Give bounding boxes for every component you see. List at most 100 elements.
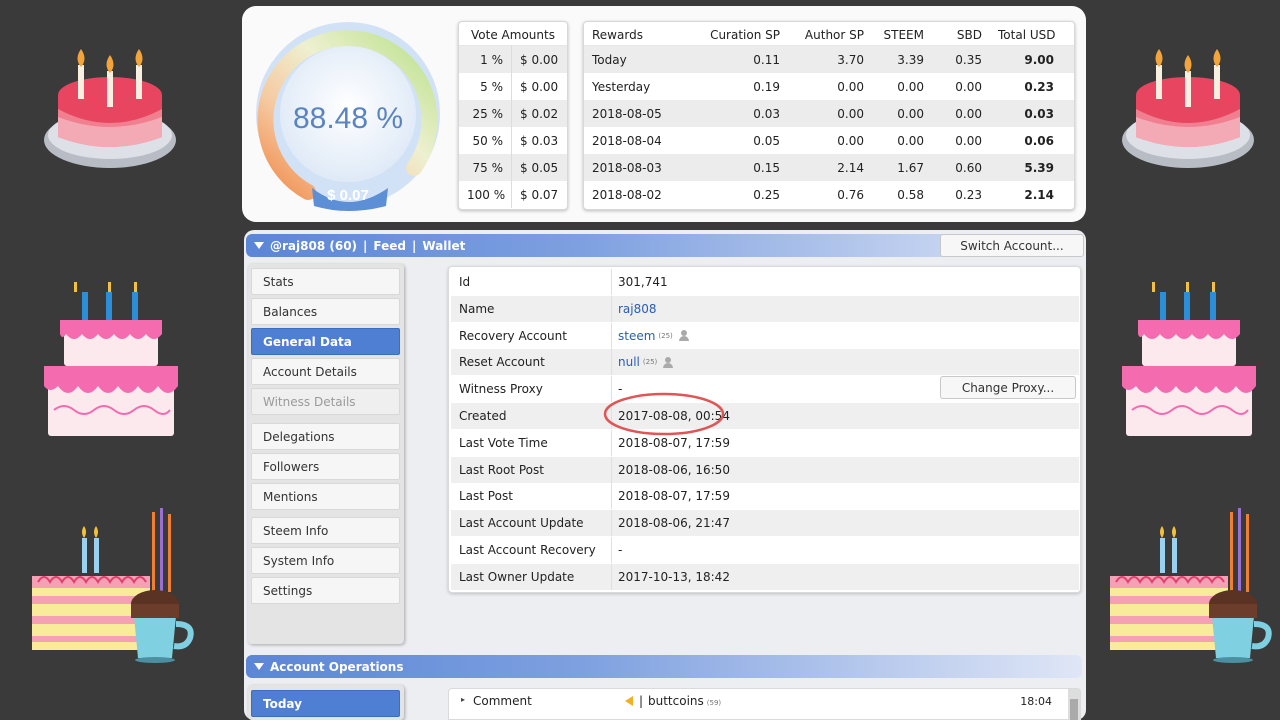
field-value: 2018-08-07, 17:59 <box>618 435 730 450</box>
vote-value: $ 0.02 <box>511 100 567 127</box>
field-label: Id <box>459 275 471 289</box>
rewards-date: Yesterday <box>592 79 651 94</box>
vote-value: $ 0.00 <box>511 46 567 73</box>
sidebar-item-witness-details: Witness Details <box>251 388 400 415</box>
operation-user-rep: (59) <box>706 699 722 707</box>
reputation: (25) <box>642 358 658 367</box>
rewards-value: 5.39 <box>1024 160 1054 175</box>
field-value: 301,741 <box>618 275 668 289</box>
collapse-triangle-icon[interactable] <box>254 663 264 670</box>
rewards-value: 0.15 <box>753 160 780 175</box>
operation-type[interactable]: Comment <box>473 694 532 708</box>
rewards-value: 0.03 <box>753 106 780 121</box>
sidebar-item-mentions[interactable]: Mentions <box>251 483 400 510</box>
sidebar-item-balances[interactable]: Balances <box>251 298 400 325</box>
tab-today[interactable]: Today <box>251 690 400 717</box>
field-value-cell: 2018-08-06, 16:50 <box>611 456 730 483</box>
rewards-row: Yesterday 0.19 0.00 0.00 0.00 0.23 <box>584 73 1074 100</box>
rewards-date: 2018-08-04 <box>592 133 662 148</box>
sidebar-item-system-info[interactable]: System Info <box>251 547 400 574</box>
scrollbar[interactable] <box>1068 689 1080 720</box>
rewards-value: 0.00 <box>955 106 982 121</box>
vote-amount-row: 1 % $ 0.00 <box>459 46 567 73</box>
general-data-row: Id 301,741 <box>451 269 1079 295</box>
birthday-cake-icon <box>1122 49 1254 168</box>
field-label: Last Vote Time <box>459 435 548 450</box>
account-name[interactable]: @raj808 (60) <box>270 239 357 253</box>
vote-value: $ 0.00 <box>511 73 567 100</box>
sidebar-item-settings[interactable]: Settings <box>251 577 400 604</box>
rewards-value: 0.03 <box>1024 106 1054 121</box>
rewards-date: 2018-08-05 <box>592 106 662 121</box>
field-value-cell: raj808 <box>611 295 657 322</box>
account-link[interactable]: null <box>618 355 640 369</box>
expand-arrow-icon[interactable]: ▸ <box>461 695 465 704</box>
general-data-row: Reset Account null (25) <box>451 349 1079 376</box>
rewards-value: 0.00 <box>837 79 864 94</box>
voting-power-gauge: 88.48 % $ 0.07 <box>256 22 440 211</box>
sidebar-item-account-details[interactable]: Account Details <box>251 358 400 385</box>
feed-link[interactable]: Feed <box>373 239 406 253</box>
rewards-value: 0.00 <box>897 133 924 148</box>
operation-user-link[interactable]: buttcoins (59) <box>648 694 721 708</box>
rewards-value: 0.60 <box>955 160 982 175</box>
general-data-row: Last Owner Update 2017-10-13, 18:42 <box>451 563 1079 590</box>
change-proxy-button[interactable]: Change Proxy... <box>940 376 1076 399</box>
general-data-row: Recovery Account steem (25) <box>451 322 1079 349</box>
user-icon[interactable] <box>663 356 674 368</box>
sidebar-item-followers[interactable]: Followers <box>251 453 400 480</box>
field-label: Last Account Recovery <box>459 543 596 557</box>
sidebar-item-stats[interactable]: Stats <box>251 268 400 295</box>
rewards-header-cell: Curation SP <box>710 28 780 42</box>
rewards-row: Today 0.11 3.70 3.39 0.35 9.00 <box>584 46 1074 73</box>
vote-amounts-header: Vote Amounts <box>471 28 555 42</box>
account-link[interactable]: raj808 <box>618 302 657 316</box>
sidebar-item-steem-info[interactable]: Steem Info <box>251 517 400 544</box>
vote-value: $ 0.03 <box>511 127 567 154</box>
rewards-header-cell: Rewards <box>592 28 643 42</box>
general-data-table: Id 301,741 Name raj808 Recovery Account steem… <box>448 266 1081 593</box>
vote-percent: 50 % <box>472 133 504 148</box>
general-data-row: Last Post 2018-08-07, 17:59 <box>451 483 1079 510</box>
general-data-row: Last Account Recovery - <box>451 537 1079 563</box>
rewards-header-cell: SBD <box>956 28 982 42</box>
rewards-value: 0.11 <box>753 52 780 67</box>
vote-value: $ 0.07 <box>511 181 567 208</box>
wallet-link[interactable]: Wallet <box>422 239 465 253</box>
birthday-cake-icon <box>44 282 178 436</box>
birthday-cake-icon <box>44 49 176 168</box>
field-value: 2018-08-07, 17:59 <box>618 489 730 504</box>
vote-value: $ 0.05 <box>511 154 567 181</box>
vote-percent: 25 % <box>472 106 504 121</box>
field-label: Last Account Update <box>459 516 584 531</box>
field-label: Last Post <box>459 489 513 504</box>
field-value-cell: - <box>611 537 622 563</box>
account-link[interactable]: steem <box>618 329 655 343</box>
operations-bar: Account Operations <box>246 655 1082 678</box>
rewards-header-cell: STEEM <box>883 28 924 42</box>
rewards-value: 0.00 <box>897 106 924 121</box>
birthday-cake-icon <box>1122 282 1256 436</box>
field-label: Recovery Account <box>459 328 567 343</box>
field-value-cell: null (25) <box>611 349 674 376</box>
general-data-row: Last Vote Time 2018-08-07, 17:59 <box>451 429 1079 456</box>
field-label: Last Owner Update <box>459 569 575 584</box>
rewards-value: 0.06 <box>1024 133 1054 148</box>
user-icon[interactable] <box>678 330 689 342</box>
operation-user[interactable]: buttcoins <box>648 694 704 708</box>
field-value: 2018-08-06, 21:47 <box>618 516 730 531</box>
rewards-row: 2018-08-02 0.25 0.76 0.58 0.23 2.14 <box>584 181 1074 208</box>
sidebar-item-delegations[interactable]: Delegations <box>251 423 400 450</box>
field-value: 2018-08-06, 16:50 <box>618 462 730 477</box>
sidebar-item-general-data[interactable]: General Data <box>251 328 400 355</box>
rewards-value: 2.14 <box>1024 187 1054 202</box>
collapse-triangle-icon[interactable] <box>254 242 264 249</box>
rewards-table: Rewards Curation SP Author SP STEEM SBD Total… <box>583 21 1075 210</box>
rewards-value: 1.67 <box>897 160 924 175</box>
rewards-value: 0.00 <box>837 133 864 148</box>
rewards-value: 0.19 <box>753 79 780 94</box>
switch-account-button[interactable]: Switch Account... <box>940 234 1084 257</box>
rewards-value: 0.23 <box>955 187 982 202</box>
rewards-value: 0.00 <box>897 79 924 94</box>
field-label: Last Root Post <box>459 462 544 477</box>
